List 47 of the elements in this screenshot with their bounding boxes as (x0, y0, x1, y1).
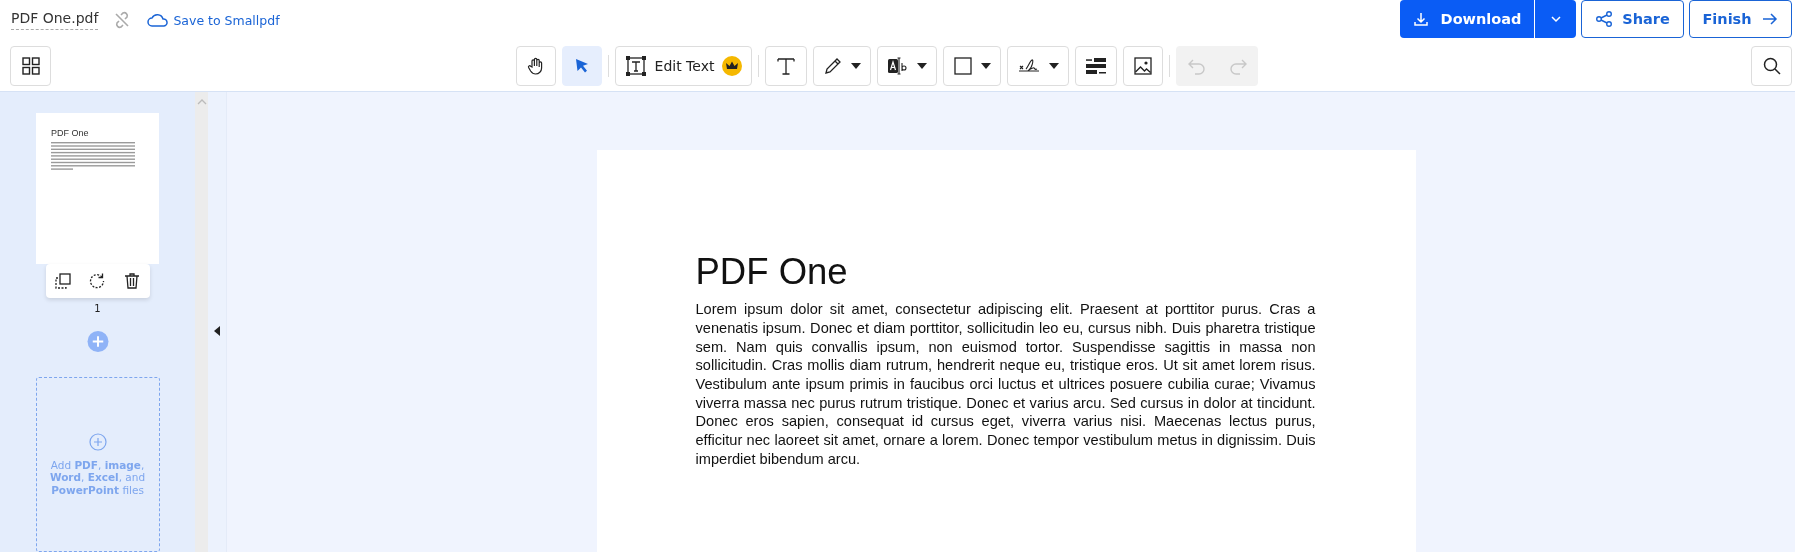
square-icon (953, 56, 974, 76)
add-circle-icon (88, 433, 107, 452)
caret-icon (981, 63, 992, 69)
grid-icon (21, 57, 40, 75)
share-button[interactable]: Share (1581, 0, 1684, 38)
duplicate-icon[interactable] (53, 272, 72, 290)
search-button[interactable] (1751, 46, 1792, 86)
image-icon (1133, 56, 1154, 76)
undo-icon (1186, 57, 1207, 75)
form-tool[interactable] (1075, 46, 1118, 86)
download-icon (1412, 11, 1429, 27)
finish-button[interactable]: Finish (1689, 0, 1792, 38)
document-title: PDF One (695, 252, 849, 293)
document-paragraph: Lorem ipsum dolor sit amet, consectetur adipiscing elit. Praesent at porttitor purus. Cras a venenatis ipsum. Donec et diam porttitor, sollicitudin leo eu, cursus nibh. Duis pharetra tristique sem. Nam quis convallis ipsum, non euismod tortor. Suspendisse sagittis in massa non sollicitudin. Cras mollis diam rutrum, hendrerit neque eu, tristique eros. Ut sit amet lorem risus. Vestibulum ante ipsum primis in faucibus orci luctus et ultrices posuere cubilia curae; Vivamus viverra massa nec purus rutrum tristique. Donec et varius arcu. Sed cursus in dolor at tincidunt. Donec eros sapien, consequat id cursus eget, viverra varius nisi. Maecenas lectus purus, efficitur nec laoreet sit amet, ornare a lorem. Donec tempor vestibulum metus in dignissim. Duis imperdiet bibendum arcu. (695, 300, 1316, 469)
thumbnail-title: PDF One (51, 128, 90, 138)
text-field-tool[interactable] (877, 46, 938, 86)
page-number: 1 (94, 303, 101, 314)
text-tool[interactable] (765, 46, 808, 86)
sign-tool[interactable] (1007, 46, 1070, 86)
search-icon (1761, 56, 1782, 76)
shape-tool[interactable] (943, 46, 1002, 86)
save-to-cloud-link[interactable]: Save to Smallpdf (146, 12, 280, 28)
hand-tool[interactable] (515, 46, 556, 86)
caret-icon (1049, 63, 1060, 69)
text-field-icon (887, 56, 910, 76)
image-tool[interactable] (1123, 46, 1164, 86)
download-button[interactable]: Download (1400, 0, 1534, 38)
page-grid-button[interactable] (10, 46, 51, 86)
page-thumbnail[interactable]: PDF One (36, 113, 159, 264)
crown-icon (722, 56, 743, 76)
trash-icon[interactable] (123, 272, 142, 290)
download-menu-button[interactable] (1534, 0, 1576, 38)
share-icon (1595, 10, 1614, 28)
file-name[interactable]: PDF One.pdf (11, 10, 99, 30)
cloud-icon (146, 12, 169, 28)
text-box-icon (624, 55, 647, 77)
form-fields-icon (1085, 56, 1108, 76)
pencil-tool[interactable] (813, 46, 872, 86)
caret-icon (851, 63, 862, 69)
select-tool[interactable] (561, 46, 602, 86)
rotate-icon[interactable] (88, 272, 107, 290)
text-icon (775, 55, 798, 77)
arrow-right-icon (1760, 11, 1779, 27)
caret-icon (917, 63, 928, 69)
edit-text-tool[interactable]: Edit Text (614, 46, 753, 86)
collapse-icon[interactable] (214, 326, 220, 336)
redo-icon (1227, 57, 1248, 75)
